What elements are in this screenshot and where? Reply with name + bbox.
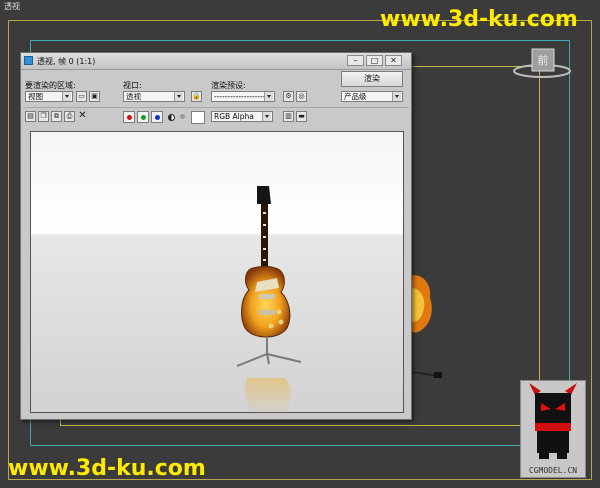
area-to-render-dropdown[interactable]: 视图 — [25, 91, 73, 102]
toggle-ui-button[interactable]: ▥ — [283, 111, 294, 122]
area-to-render-label: 要渲染的区域: — [25, 81, 76, 90]
render-setup-button[interactable]: ⚙ — [283, 91, 294, 102]
alpha-half-icon — [168, 114, 175, 121]
toolbar-separator — [23, 107, 409, 108]
display-channel-value: RGB Alpha — [214, 112, 254, 121]
copy-image-button[interactable]: ❐ — [38, 111, 49, 122]
blue-dot-icon — [155, 115, 160, 120]
clone-frame-button[interactable]: ⧉ — [51, 111, 62, 122]
close-button[interactable]: ✕ — [385, 55, 402, 66]
chevron-down-icon — [392, 92, 401, 101]
environment-button[interactable]: ◎ — [296, 91, 307, 102]
lock-viewport-button[interactable]: 🔒 — [191, 91, 202, 102]
cgmodel-logo-text: CGMODEL.CN — [528, 466, 578, 475]
render-preset-label: 渲染预设: — [211, 81, 246, 90]
viewport-label: 视口: — [123, 81, 142, 90]
toggle-overlay-button[interactable]: ▬ — [296, 111, 307, 122]
guitar-render — [241, 186, 291, 338]
red-dot-icon — [127, 115, 132, 120]
auto-region-button[interactable]: ▣ — [89, 91, 100, 102]
title-bar[interactable]: 透视, 帧 0 (1:1) – □ ✕ — [21, 53, 411, 70]
render-button[interactable]: 渲染 — [341, 71, 403, 87]
blue-channel-toggle[interactable] — [151, 111, 163, 123]
mono-dot-icon — [180, 114, 185, 119]
viewport-value: 透视 — [126, 92, 141, 101]
save-image-button[interactable]: ▤ — [25, 111, 36, 122]
cgmodel-logo: CGMODEL.CN — [520, 380, 586, 478]
red-channel-toggle[interactable] — [123, 111, 135, 123]
render-quality-dropdown[interactable]: 产品级 — [341, 91, 403, 102]
window-title: 透视, 帧 0 (1:1) — [37, 57, 96, 66]
edit-region-button[interactable]: ▭ — [76, 91, 87, 102]
alpha-channel-toggle[interactable] — [165, 111, 177, 123]
viewport-dropdown[interactable]: 透视 — [123, 91, 185, 102]
background-guitar-stand — [410, 368, 446, 382]
viewport-label[interactable]: 透视 — [4, 1, 20, 12]
chevron-down-icon — [262, 112, 271, 121]
viewcube[interactable]: 前 — [512, 45, 572, 79]
display-channel-dropdown[interactable]: RGB Alpha — [211, 111, 273, 122]
rendered-image-canvas — [30, 131, 404, 413]
clear-button[interactable]: ✕ — [77, 111, 88, 122]
chevron-down-icon — [264, 92, 273, 101]
render-preset-value: -------------------- — [214, 92, 269, 101]
watermark-bottom: www.3d-ku.com — [8, 456, 206, 481]
render-frame-window[interactable]: 透视, 帧 0 (1:1) – □ ✕ 要渲染的区域: 视图 ▭ ▣ 视口: 透… — [20, 52, 412, 420]
minimize-button[interactable]: – — [347, 55, 364, 66]
guitar-reflection — [245, 378, 291, 412]
watermark-top: www.3d-ku.com — [380, 7, 578, 32]
viewcube-face-label: 前 — [538, 53, 549, 67]
green-dot-icon — [141, 115, 146, 120]
chevron-down-icon — [174, 92, 183, 101]
render-preset-dropdown[interactable]: -------------------- — [211, 91, 275, 102]
guitar-stand — [236, 338, 302, 367]
green-channel-toggle[interactable] — [137, 111, 149, 123]
print-button[interactable]: ⎙ — [64, 111, 75, 122]
render-quality-value: 产品级 — [344, 92, 367, 101]
background-color-swatch[interactable] — [191, 111, 205, 124]
area-to-render-value: 视图 — [28, 92, 43, 101]
chevron-down-icon — [62, 92, 71, 101]
maximize-button[interactable]: □ — [366, 55, 383, 66]
monochrome-toggle[interactable] — [177, 111, 189, 123]
app-icon — [24, 56, 33, 65]
